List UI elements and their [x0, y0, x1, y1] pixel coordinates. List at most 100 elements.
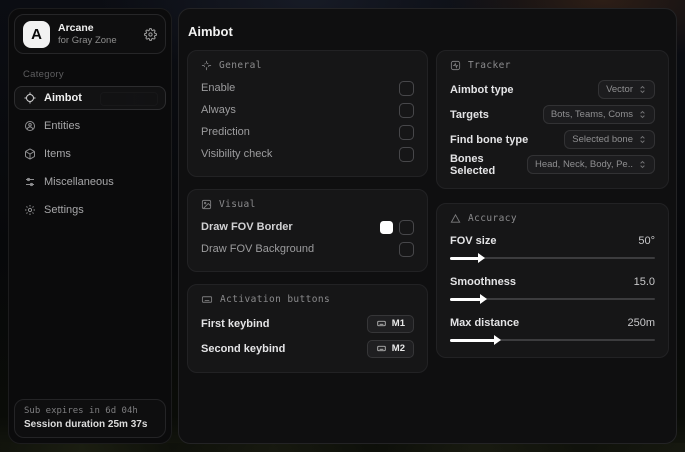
entities-icon — [24, 120, 36, 132]
sidebar-header: A Arcane for Gray Zone — [14, 14, 166, 54]
sidebar-item-label: Aimbot — [44, 92, 82, 104]
setting-row-bones-selected: Bones Selected Head, Neck, Body, Pe.. — [450, 152, 655, 177]
setting-label: Enable — [201, 82, 236, 94]
first-keybind-button[interactable]: M1 — [366, 314, 414, 333]
slider-value: 15.0 — [633, 276, 655, 288]
sidebar-item-entities[interactable]: Entities — [14, 114, 166, 138]
sidebar: A Arcane for Gray Zone Category Aimbot E… — [8, 8, 172, 444]
activity-icon — [450, 60, 461, 71]
setting-row-draw-fov-border: Draw FOV Border — [201, 216, 414, 238]
app-name: Arcane — [58, 21, 94, 34]
fov-size-slider[interactable] — [449, 253, 655, 263]
tracker-card: Tracker Aimbot type Vector Targets Bots,… — [435, 50, 669, 189]
sidebar-item-label: Items — [44, 148, 71, 160]
sidebar-item-settings[interactable]: Settings — [14, 198, 166, 222]
find-bone-type-select[interactable]: Selected bone — [564, 130, 655, 149]
keybind-value: M2 — [391, 343, 405, 354]
setting-row-always: Always — [201, 99, 414, 121]
sidebar-item-label: Entities — [44, 120, 81, 132]
setting-row-smoothness: Smoothness 15.0 — [449, 271, 655, 304]
setting-label: Targets — [449, 108, 489, 121]
setting-row-find-bone-type: Find bone type Selected bone — [450, 127, 655, 152]
setting-label: Visibility check — [201, 148, 273, 160]
setting-row-aimbot-type: Aimbot type Vector — [450, 77, 655, 102]
sidebar-item-label: Miscellaneous — [44, 176, 114, 188]
always-checkbox[interactable] — [398, 102, 414, 118]
sub-expiry-text: Sub expires in 6d 04h — [24, 406, 138, 416]
sidebar-item-aimbot[interactable]: Aimbot — [14, 86, 166, 110]
gear-icon[interactable] — [144, 27, 157, 41]
slider-value: 50° — [638, 235, 655, 247]
setting-label: Smoothness — [449, 276, 516, 288]
triangle-icon — [450, 213, 461, 224]
setting-label: Prediction — [201, 126, 250, 138]
visibility-check-checkbox[interactable] — [398, 146, 414, 162]
category-label: Category — [23, 69, 64, 80]
setting-label: Aimbot type — [449, 83, 514, 96]
fov-border-color-swatch[interactable] — [379, 220, 393, 234]
select-value: Bots, Teams, Coms — [550, 109, 633, 120]
draw-fov-border-checkbox[interactable] — [398, 219, 414, 235]
draw-fov-background-checkbox[interactable] — [398, 241, 414, 257]
setting-label: Always — [201, 104, 236, 116]
smoothness-slider[interactable] — [449, 294, 655, 304]
image-icon — [201, 199, 212, 210]
setting-label: Draw FOV Background — [201, 243, 315, 255]
app-logo: A — [23, 20, 50, 48]
setting-label: First keybind — [201, 317, 270, 330]
crosshair-icon — [24, 92, 36, 104]
slider-thumb[interactable] — [494, 335, 502, 345]
keyboard-icon — [376, 344, 387, 353]
setting-row-first-keybind: First keybind M1 — [201, 311, 414, 336]
enable-checkbox[interactable] — [398, 80, 414, 96]
card-title: Tracker — [467, 60, 511, 71]
setting-label: Max distance — [449, 317, 520, 329]
items-icon — [24, 148, 36, 160]
activation-buttons-card: Activation buttons First keybind M1 Seco… — [187, 284, 428, 373]
card-title: General — [219, 60, 262, 71]
prediction-checkbox[interactable] — [398, 124, 414, 140]
slider-thumb[interactable] — [479, 294, 487, 304]
chevron-up-down-icon — [638, 135, 647, 144]
chevron-up-down-icon — [638, 160, 647, 169]
card-title: Visual — [219, 199, 256, 210]
setting-row-targets: Targets Bots, Teams, Coms — [450, 102, 655, 127]
watermark-pill — [100, 92, 158, 106]
setting-row-enable: Enable — [201, 77, 414, 99]
chevron-up-down-icon — [638, 85, 647, 94]
sidebar-item-label: Settings — [44, 204, 84, 216]
page-title: Aimbot — [188, 24, 233, 39]
subscription-info: Sub expires in 6d 04h Session duration 2… — [14, 399, 166, 438]
visual-card: Visual Draw FOV Border Draw FOV Backgrou… — [187, 189, 428, 272]
setting-label: Find bone type — [449, 133, 529, 146]
select-value: Vector — [606, 84, 633, 95]
sidebar-nav: Aimbot Entities Items Miscellaneous Sett… — [9, 86, 171, 222]
slider-value: 250m — [627, 317, 655, 329]
setting-row-second-keybind: Second keybind M2 — [201, 336, 414, 361]
settings-icon — [24, 204, 36, 216]
setting-row-visibility-check: Visibility check — [201, 143, 414, 165]
setting-label: FOV size — [449, 235, 497, 247]
card-title: Accuracy — [467, 213, 517, 224]
setting-label: Second keybind — [201, 342, 286, 355]
aimbot-type-select[interactable]: Vector — [598, 80, 655, 99]
card-title: Activation buttons — [220, 294, 331, 305]
bones-selected-select[interactable]: Head, Neck, Body, Pe.. — [526, 155, 655, 174]
accuracy-card: Accuracy FOV size 50° Smoothness 15.0 Ma… — [435, 203, 669, 358]
general-card: General Enable Always Prediction Visibil… — [187, 50, 428, 177]
setting-label: Bones Selected — [449, 152, 496, 177]
sidebar-item-items[interactable]: Items — [14, 142, 166, 166]
select-value: Head, Neck, Body, Pe.. — [534, 159, 633, 170]
setting-row-prediction: Prediction — [201, 121, 414, 143]
keybind-value: M1 — [391, 318, 405, 329]
setting-row-max-distance: Max distance 250m — [449, 312, 655, 345]
target-icon — [201, 60, 212, 71]
setting-row-draw-fov-background: Draw FOV Background — [201, 238, 414, 260]
sidebar-item-miscellaneous[interactable]: Miscellaneous — [14, 170, 166, 194]
second-keybind-button[interactable]: M2 — [366, 339, 414, 358]
targets-select[interactable]: Bots, Teams, Coms — [542, 105, 655, 124]
chevron-up-down-icon — [638, 110, 647, 119]
select-value: Selected bone — [572, 134, 633, 145]
slider-thumb[interactable] — [477, 253, 485, 263]
max-distance-slider[interactable] — [449, 335, 655, 345]
